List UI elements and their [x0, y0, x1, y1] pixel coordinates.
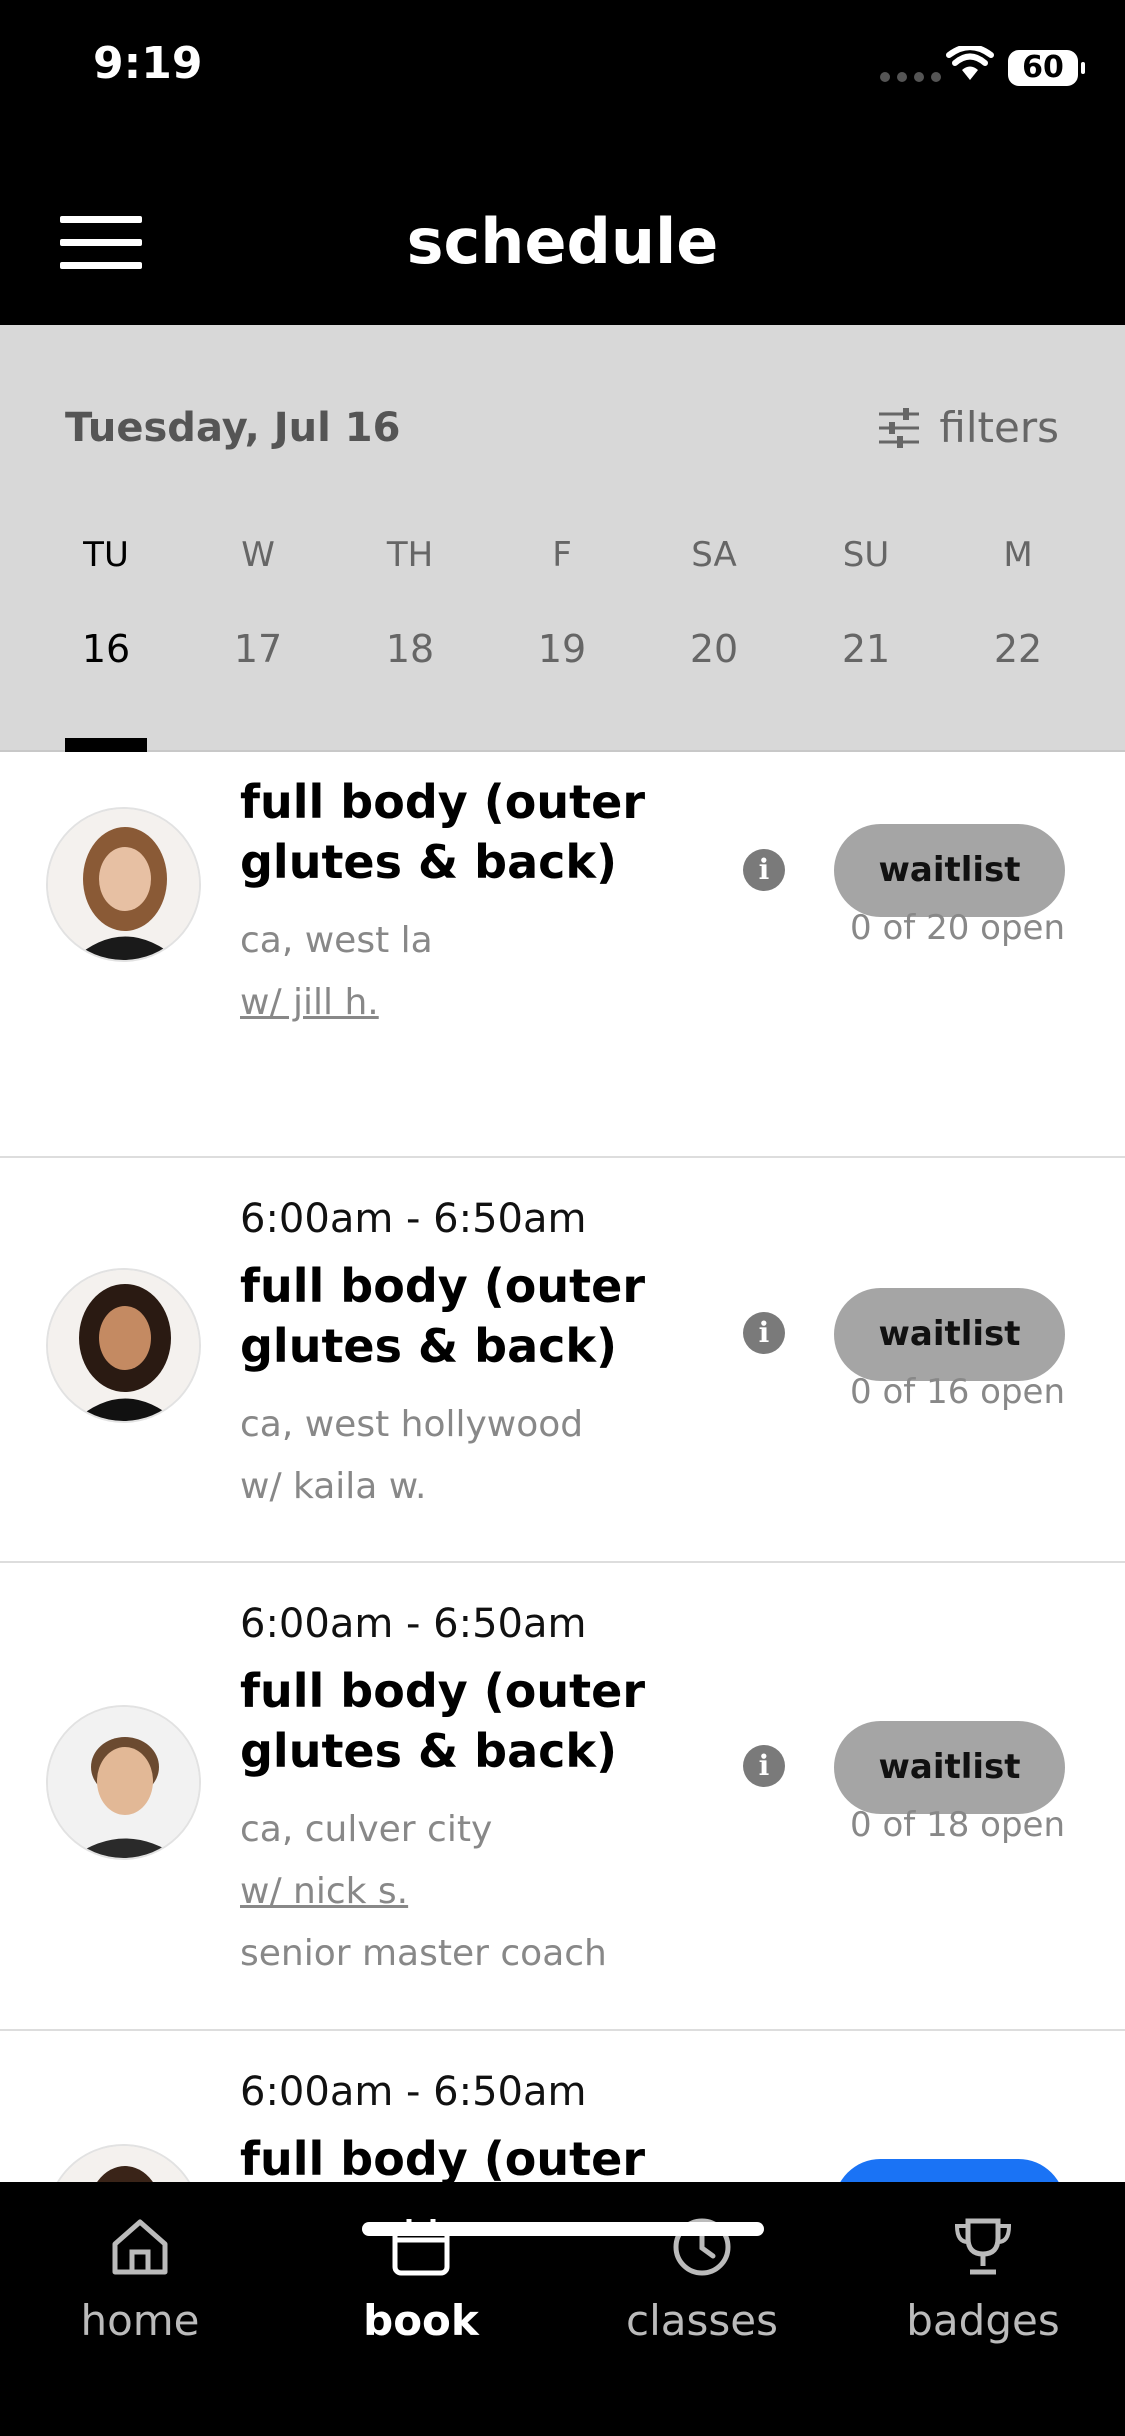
day-tu[interactable]: TU 16: [30, 535, 182, 752]
class-card[interactable]: 6:00am - 6:50am full body (outer glutes …: [0, 1158, 1125, 1563]
status-time: 9:19: [93, 38, 203, 89]
day-f[interactable]: F 19: [486, 535, 638, 750]
trophy-icon: [954, 2218, 1012, 2275]
instructor-avatar: [46, 1268, 201, 1423]
class-name: full body (outer glutes & back): [240, 1664, 646, 1778]
class-card[interactable]: 6:00am - 6:50am full body (outer glutes …: [0, 2031, 1125, 2182]
day-su[interactable]: SU 21: [790, 535, 942, 750]
page-title: schedule: [406, 205, 719, 278]
class-card[interactable]: 6:00am - 6:50am full body (outer glutes …: [0, 752, 1125, 1158]
day-th[interactable]: TH 18: [334, 535, 486, 750]
day-sa[interactable]: SA 20: [638, 535, 790, 750]
current-date: Tuesday, Jul 16: [65, 405, 401, 451]
waitlist-button[interactable]: waitlist: [834, 1721, 1065, 1814]
home-indicator: [362, 2222, 764, 2236]
spots-open: 0 of 18 open: [850, 1805, 1065, 1845]
nav-home[interactable]: home: [30, 2216, 250, 2345]
battery-icon: 60: [1008, 50, 1085, 86]
instructor-avatar: [46, 2144, 201, 2182]
instructor-link[interactable]: w/ nick s.: [240, 1861, 700, 1923]
home-icon: [112, 2219, 168, 2275]
class-location: ca, west hollywood: [240, 1404, 584, 1445]
date-selector: Tuesday, Jul 16 filters TU 16 W 17 TH 18 F1…: [0, 325, 1125, 752]
class-name: full body (outer glutes & back): [240, 2132, 646, 2182]
spots-open: 0 of 20 open: [850, 908, 1065, 948]
spots-open: 0 of 16 open: [850, 1372, 1065, 1412]
waitlist-button[interactable]: waitlist: [834, 1288, 1065, 1381]
class-time: 6:00am - 6:50am: [240, 2069, 587, 2115]
instructor-avatar: [46, 1705, 201, 1860]
info-icon[interactable]: i: [743, 849, 785, 891]
info-icon[interactable]: i: [743, 1745, 785, 1787]
waitlist-button[interactable]: waitlist: [834, 824, 1065, 917]
nav-badges[interactable]: badges: [873, 2216, 1093, 2345]
cellular-signal-icon: [880, 72, 941, 82]
instructor-avatar: [46, 807, 201, 962]
class-location: ca, west la: [240, 920, 433, 961]
class-time: 6:00am - 6:50am: [240, 1196, 587, 1242]
day-w[interactable]: W 17: [182, 535, 334, 750]
sliders-icon: [879, 407, 920, 448]
day-m[interactable]: M 22: [942, 535, 1094, 750]
bottom-nav: home book classes badges: [0, 2182, 1125, 2436]
class-name: full body (outer glutes & back): [240, 1259, 646, 1373]
wifi-icon: [946, 46, 994, 80]
class-location: ca, culver city: [240, 1809, 493, 1850]
class-card[interactable]: 6:00am - 6:50am full body (outer glutes …: [0, 1563, 1125, 2031]
app-header: 9:19 60 schedule: [0, 0, 1125, 325]
instructor-role: senior master coach: [240, 1933, 607, 1974]
book-button[interactable]: book: [834, 2159, 1065, 2182]
class-time: 6:00am - 6:50am: [240, 1601, 587, 1647]
instructor-name: w/ kaila w.: [240, 1466, 427, 1507]
filters-button[interactable]: filters: [877, 403, 1059, 452]
class-name: full body (outer glutes & back): [240, 775, 646, 889]
instructor-link[interactable]: w/ jill h.: [240, 972, 700, 1034]
info-icon[interactable]: i: [743, 1312, 785, 1354]
class-list[interactable]: 6:00am - 6:50am full body (outer glutes …: [0, 752, 1125, 2182]
class-time: 6:00am - 6:50am: [240, 752, 700, 772]
filters-label: filters: [939, 403, 1059, 452]
